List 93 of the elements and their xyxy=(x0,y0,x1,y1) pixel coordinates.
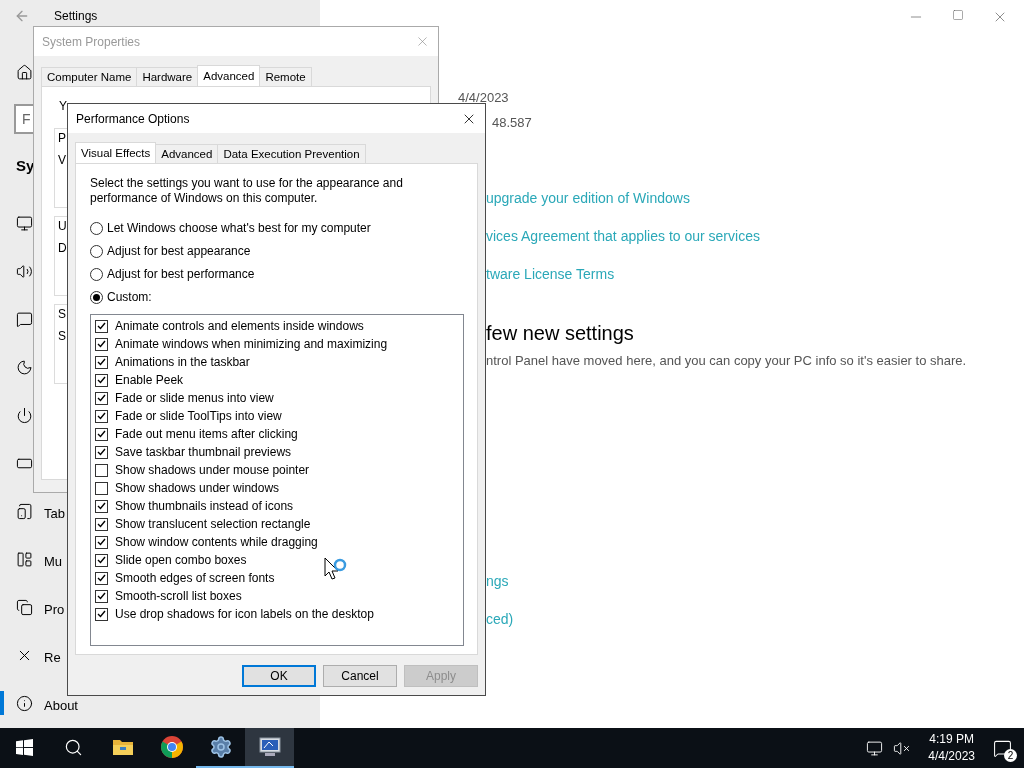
search-icon[interactable] xyxy=(64,737,83,757)
radio-button[interactable] xyxy=(90,290,103,304)
checkbox[interactable] xyxy=(95,409,108,423)
nav-item[interactable]: Re xyxy=(44,651,61,665)
effect-option[interactable]: Save taskbar thumbnail previews xyxy=(95,443,463,461)
dialog-title: System Properties xyxy=(42,34,141,49)
radio-option[interactable]: Adjust for best performance xyxy=(90,266,371,282)
intro-text: Select the settings you want to use for the appearance and performance of Windows on this computer. xyxy=(90,176,404,206)
date-text: 4/4/2023 xyxy=(928,748,975,765)
moon-icon[interactable] xyxy=(16,358,33,376)
info-icon xyxy=(16,694,33,712)
effect-option[interactable]: Enable Peek xyxy=(95,371,463,389)
muted-volume-icon[interactable] xyxy=(893,739,911,757)
checkbox[interactable] xyxy=(95,427,108,441)
network-icon[interactable] xyxy=(866,739,884,757)
effect-option[interactable]: Show thumbnails instead of icons xyxy=(95,497,463,515)
checkbox[interactable] xyxy=(95,337,108,351)
checkbox[interactable] xyxy=(95,391,108,405)
group-text: V xyxy=(58,153,66,167)
search-field[interactable]: F xyxy=(14,104,33,134)
effect-option[interactable]: Show shadows under windows xyxy=(95,479,463,497)
folder-icon xyxy=(111,738,134,756)
tab[interactable]: Visual Effects xyxy=(75,142,157,163)
group-text: D xyxy=(58,241,67,255)
radio-option[interactable]: Adjust for best appearance xyxy=(90,243,371,259)
section-heading: Sy xyxy=(16,156,35,176)
checkbox[interactable] xyxy=(95,319,108,333)
checkbox[interactable] xyxy=(95,373,108,387)
radio-option[interactable]: Let Windows choose what's best for my computer xyxy=(90,220,371,236)
checkbox[interactable] xyxy=(95,553,108,567)
effect-option[interactable]: Fade out menu items after clicking xyxy=(95,425,463,443)
home-icon[interactable] xyxy=(16,63,33,81)
effect-option[interactable]: Smooth-scroll list boxes xyxy=(95,587,463,605)
window-title: Settings xyxy=(54,9,98,23)
nav-item[interactable]: Tab xyxy=(44,507,65,521)
section-heading: few new settings xyxy=(486,322,634,345)
intro-text: Y xyxy=(59,99,67,113)
checkbox[interactable] xyxy=(95,607,108,621)
power-icon[interactable] xyxy=(16,406,33,424)
monitor-icon[interactable] xyxy=(16,214,33,232)
effect-option[interactable]: Smooth edges of screen fonts xyxy=(95,569,463,587)
clock[interactable]: 4:19 PM 4/4/2023 xyxy=(928,731,975,765)
radio-button[interactable] xyxy=(90,244,103,258)
nav-item[interactable]: Pro xyxy=(44,603,65,617)
effect-option[interactable]: Slide open combo boxes xyxy=(95,551,463,569)
radio-button[interactable] xyxy=(90,267,103,281)
checkbox[interactable] xyxy=(95,481,108,495)
dialog-button[interactable]: OK xyxy=(242,665,316,687)
effect-option[interactable]: Fade or slide menus into view xyxy=(95,389,463,407)
effect-option[interactable]: Use drop shadows for icon labels on the desktop xyxy=(95,605,463,623)
effect-option[interactable]: Show window contents while dragging xyxy=(95,533,463,551)
effect-option[interactable]: Show translucent selection rectangle xyxy=(95,515,463,533)
description-text: ntrol Panel have moved here, and you can copy your PC info so it's easier to share. xyxy=(486,353,967,368)
tab[interactable]: Advanced xyxy=(197,65,261,86)
checkbox[interactable] xyxy=(95,355,108,369)
group-text: P xyxy=(58,131,66,145)
checkbox[interactable] xyxy=(95,535,108,549)
radio-option[interactable]: Custom: xyxy=(90,289,371,305)
group-text: S xyxy=(58,329,66,343)
checkbox[interactable] xyxy=(95,517,108,531)
dialog-title: Performance Options xyxy=(76,111,190,126)
nav-item[interactable]: About xyxy=(44,699,78,713)
dialog-button[interactable]: Cancel xyxy=(323,665,397,687)
checkbox[interactable] xyxy=(95,499,108,513)
tablet-icon xyxy=(16,502,33,520)
effect-option[interactable]: Fade or slide ToolTips into view xyxy=(95,407,463,425)
nav-item[interactable]: Mu xyxy=(44,555,63,569)
gear-icon xyxy=(208,735,233,759)
start-icon[interactable] xyxy=(16,738,33,756)
browser-icon xyxy=(159,735,184,759)
radio-button[interactable] xyxy=(90,221,103,235)
tab[interactable]: Remote xyxy=(259,67,312,86)
date-text: 4/4/2023 xyxy=(458,90,509,107)
group-text: S xyxy=(58,307,66,321)
tab[interactable]: Data Execution Prevention xyxy=(217,144,366,163)
effect-option[interactable]: Show shadows under mouse pointer xyxy=(95,461,463,479)
checkbox[interactable] xyxy=(95,463,108,477)
time-text: 4:19 PM xyxy=(929,731,974,748)
effect-option[interactable]: Animations in the taskbar xyxy=(95,353,463,371)
checkbox[interactable] xyxy=(95,571,108,585)
tab[interactable]: Computer Name xyxy=(41,67,138,86)
build-text: 48.587 xyxy=(492,115,532,132)
message-icon[interactable] xyxy=(16,310,33,328)
multitasking-icon xyxy=(16,550,33,568)
notification-count: 2 xyxy=(1004,748,1017,762)
taskbar-button[interactable] xyxy=(245,728,294,768)
effect-option[interactable]: Animate windows when minimizing and maximizing xyxy=(95,335,463,353)
checkbox[interactable] xyxy=(95,589,108,603)
effect-option[interactable]: Animate controls and elements inside windows xyxy=(95,317,463,335)
computer-icon xyxy=(256,736,283,758)
checkbox[interactable] xyxy=(95,445,108,459)
speaker-icon[interactable] xyxy=(16,262,33,280)
group-text: U xyxy=(58,219,67,233)
